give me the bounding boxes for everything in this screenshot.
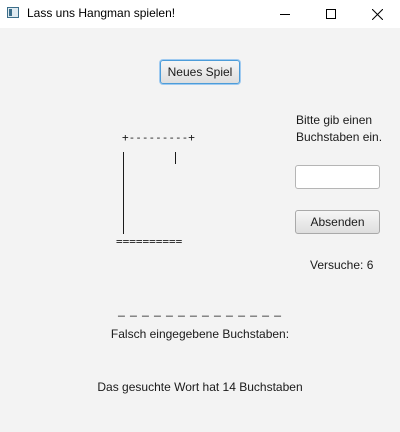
minimize-button[interactable] [262,0,308,28]
maximize-button[interactable] [308,0,354,28]
window-title: Lass uns Hangman spielen! [27,6,176,20]
gallows-post [123,152,124,234]
close-icon [371,8,383,20]
wrong-letters-label: Falsch eingegebene Buchstaben: [110,327,290,341]
new-game-button[interactable]: Neues Spiel [160,60,240,84]
submit-button[interactable]: Absenden [295,210,380,234]
java-app-icon [7,7,19,18]
maximize-icon [326,9,336,19]
close-button[interactable] [354,0,400,28]
attempts-counter: Versuche: 6 [310,258,374,272]
letter-input[interactable] [295,165,380,189]
word-display: _ _ _ _ _ _ _ _ _ _ _ _ _ _ [118,303,282,317]
letter-prompt: Bitte gib einen Buchstaben ein. [296,113,383,144]
gallows-rope [175,152,176,164]
title-bar: Lass uns Hangman spielen! [0,0,400,28]
gallows-base: ========== [116,235,183,248]
word-length-info: Das gesuchte Wort hat 14 Buchstaben [97,380,303,394]
minimize-icon [280,14,290,15]
gallows-top-beam: +---------+ [122,131,195,144]
